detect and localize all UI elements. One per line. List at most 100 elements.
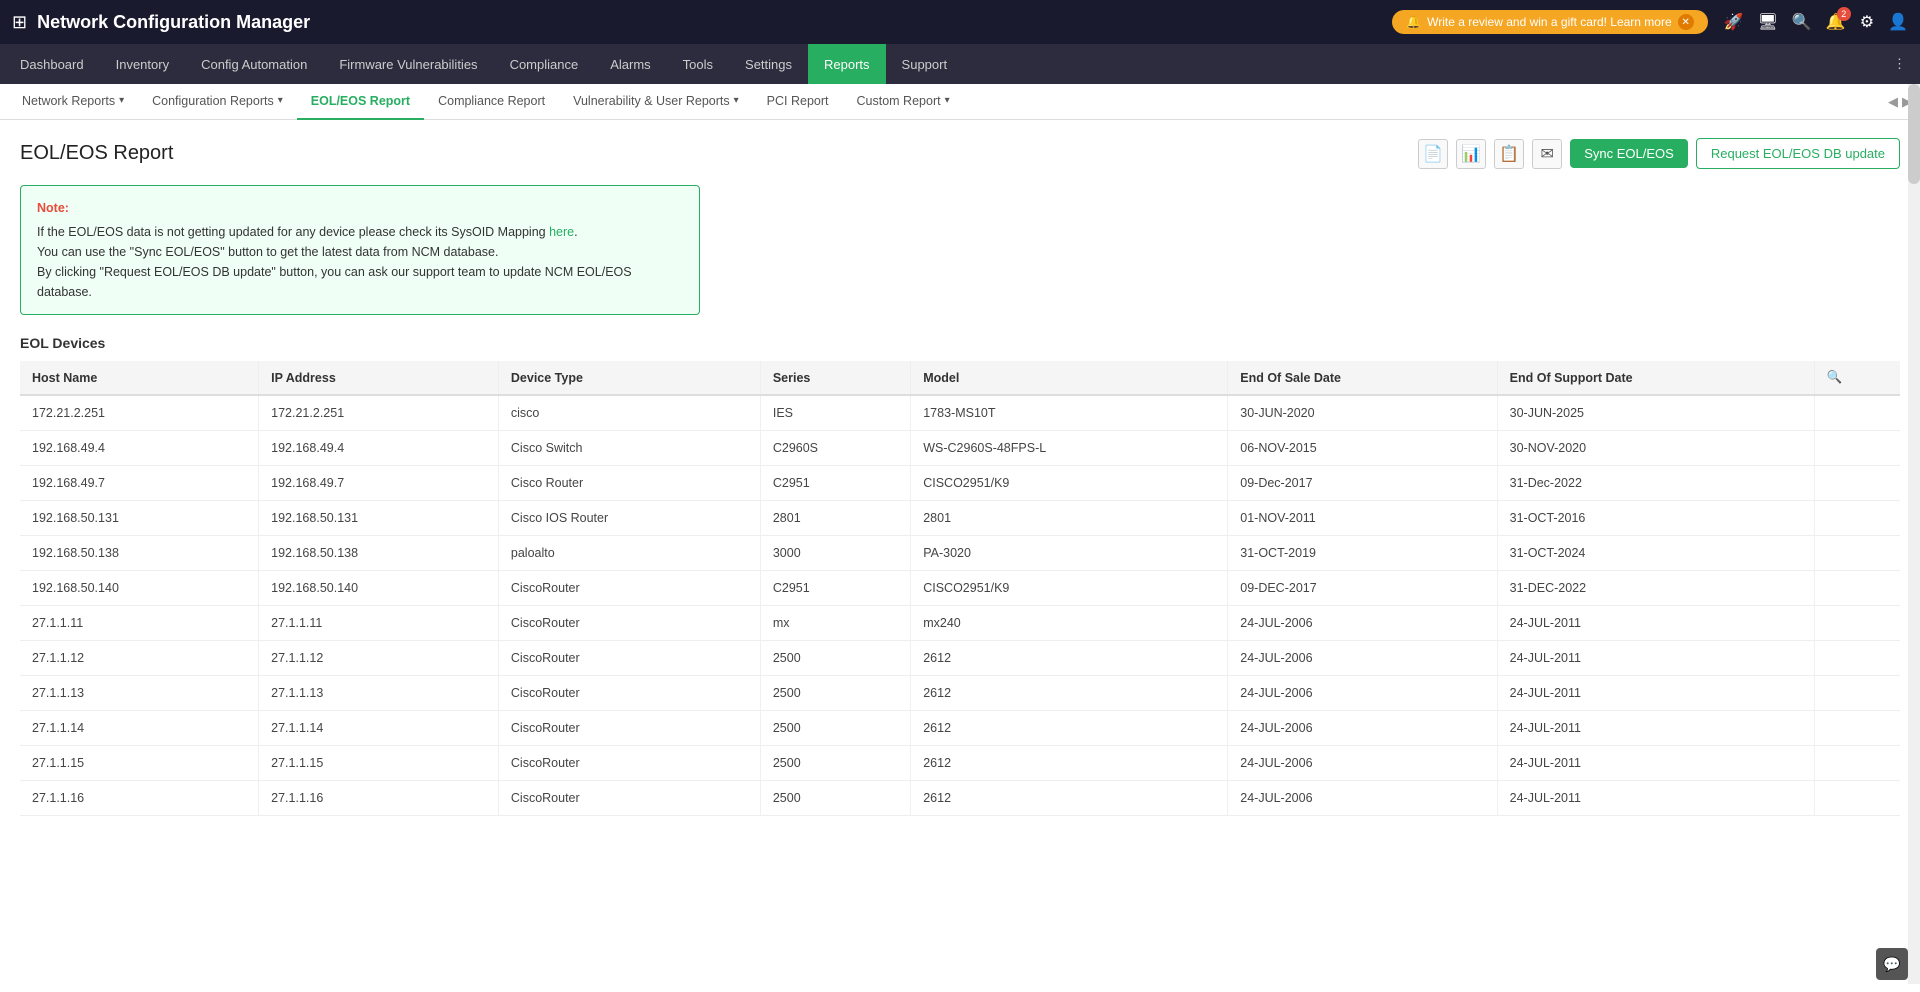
settings-icon[interactable]: ⚙	[1860, 12, 1874, 32]
nav-item-tools[interactable]: Tools	[667, 44, 729, 84]
note-line-2: You can use the "Sync EOL/EOS" button to…	[37, 242, 683, 262]
subnav-eol-eos-report[interactable]: EOL/EOS Report	[297, 84, 424, 120]
nav-item-config-automation[interactable]: Config Automation	[185, 44, 323, 84]
email-button[interactable]: ✉	[1532, 139, 1562, 169]
col-ip: IP Address	[259, 361, 499, 395]
table-row[interactable]: 192.168.50.131 192.168.50.131 Cisco IOS …	[20, 501, 1900, 536]
table-row[interactable]: 27.1.1.13 27.1.1.13 CiscoRouter 2500 261…	[20, 676, 1900, 711]
table-row[interactable]: 172.21.2.251 172.21.2.251 cisco IES 1783…	[20, 395, 1900, 431]
nav-item-firmware-vulnerabilities[interactable]: Firmware Vulnerabilities	[323, 44, 493, 84]
subnav-prev-arrow[interactable]: ◀	[1888, 94, 1898, 110]
cell-model: WS-C2960S-48FPS-L	[911, 431, 1228, 466]
nav-item-dashboard[interactable]: Dashboard	[4, 44, 100, 84]
rocket-icon[interactable]: 🚀	[1724, 12, 1744, 32]
nav-item-compliance[interactable]: Compliance	[494, 44, 595, 84]
cell-end-support: 24-JUL-2011	[1497, 676, 1814, 711]
subnav-vulnerability-user-reports-label: Vulnerability & User Reports	[573, 94, 730, 108]
cell-series: 2500	[760, 676, 910, 711]
table-row[interactable]: 192.168.49.7 192.168.49.7 Cisco Router C…	[20, 466, 1900, 501]
page-title: EOL/EOS Report	[20, 142, 173, 165]
cell-end-support: 24-JUL-2011	[1497, 641, 1814, 676]
cell-ip: 27.1.1.14	[259, 711, 499, 746]
cell-ip: 192.168.50.140	[259, 571, 499, 606]
cell-model: 2612	[911, 781, 1228, 816]
app-grid-icon[interactable]: ⊞	[12, 12, 27, 33]
cell-end-support: 30-JUN-2025	[1497, 395, 1814, 431]
cell-action	[1814, 641, 1900, 676]
cell-ip: 27.1.1.16	[259, 781, 499, 816]
export-csv-button[interactable]: 📋	[1494, 139, 1524, 169]
monitor-icon[interactable]: 🖥	[1758, 12, 1778, 32]
promo-bell-icon: 🔔	[1406, 15, 1421, 29]
cell-device-type: CiscoRouter	[498, 711, 760, 746]
table-row[interactable]: 192.168.49.4 192.168.49.4 Cisco Switch C…	[20, 431, 1900, 466]
nav-item-reports[interactable]: Reports	[808, 44, 886, 84]
cell-ip: 192.168.49.7	[259, 466, 499, 501]
cell-device-type: paloalto	[498, 536, 760, 571]
cell-end-support: 31-OCT-2024	[1497, 536, 1814, 571]
note-label: Note:	[37, 198, 683, 218]
subnav-pci-report[interactable]: PCI Report	[753, 84, 843, 120]
cell-end-sale: 01-NOV-2011	[1228, 501, 1497, 536]
note-line-1: If the EOL/EOS data is not getting updat…	[37, 222, 683, 242]
cell-series: IES	[760, 395, 910, 431]
scrollbar-thumb[interactable]	[1908, 84, 1920, 184]
subnav-custom-report[interactable]: Custom Report ▾	[843, 84, 964, 120]
app-title: Network Configuration Manager	[37, 12, 1392, 33]
col-search[interactable]: 🔍	[1814, 361, 1900, 395]
cell-action	[1814, 501, 1900, 536]
table-row[interactable]: 27.1.1.14 27.1.1.14 CiscoRouter 2500 261…	[20, 711, 1900, 746]
cell-end-sale: 24-JUL-2006	[1228, 641, 1497, 676]
nav-more-icon[interactable]: ⋮	[1883, 56, 1916, 72]
table-row[interactable]: 27.1.1.16 27.1.1.16 CiscoRouter 2500 261…	[20, 781, 1900, 816]
cell-hostname: 27.1.1.15	[20, 746, 259, 781]
promo-close-icon[interactable]: ✕	[1678, 14, 1694, 30]
subnav-pci-report-label: PCI Report	[767, 94, 829, 108]
notifications-icon[interactable]: 🔔 2	[1826, 12, 1846, 32]
search-icon[interactable]: 🔍	[1792, 12, 1812, 32]
cell-hostname: 27.1.1.16	[20, 781, 259, 816]
nav-item-support[interactable]: Support	[886, 44, 964, 84]
export-pdf-button[interactable]: 📄	[1418, 139, 1448, 169]
cell-end-sale: 09-Dec-2017	[1228, 466, 1497, 501]
table-row[interactable]: 27.1.1.11 27.1.1.11 CiscoRouter mx mx240…	[20, 606, 1900, 641]
subnav-network-reports[interactable]: Network Reports ▾	[8, 84, 138, 120]
scrollbar[interactable]	[1908, 84, 1920, 984]
subnav-compliance-report[interactable]: Compliance Report	[424, 84, 559, 120]
col-hostname: Host Name	[20, 361, 259, 395]
subnav-compliance-report-label: Compliance Report	[438, 94, 545, 108]
promo-banner[interactable]: 🔔 Write a review and win a gift card! Le…	[1392, 10, 1708, 34]
subnav-network-reports-chevron: ▾	[119, 95, 124, 106]
cell-end-sale: 06-NOV-2015	[1228, 431, 1497, 466]
table-row[interactable]: 192.168.50.140 192.168.50.140 CiscoRoute…	[20, 571, 1900, 606]
sub-nav: Network Reports ▾ Configuration Reports …	[0, 84, 1920, 120]
cell-end-sale: 24-JUL-2006	[1228, 676, 1497, 711]
cell-end-sale: 24-JUL-2006	[1228, 781, 1497, 816]
cell-model: PA-3020	[911, 536, 1228, 571]
table-row[interactable]: 27.1.1.15 27.1.1.15 CiscoRouter 2500 261…	[20, 746, 1900, 781]
note-box: Note: If the EOL/EOS data is not getting…	[20, 185, 700, 315]
promo-text: Write a review and win a gift card! Lear…	[1427, 15, 1672, 29]
note-link[interactable]: here	[549, 225, 574, 239]
cell-model: 2612	[911, 676, 1228, 711]
cell-series: 2801	[760, 501, 910, 536]
nav-item-alarms[interactable]: Alarms	[594, 44, 666, 84]
user-avatar[interactable]: 👤	[1888, 12, 1908, 32]
help-button[interactable]: 💬	[1876, 948, 1908, 980]
export-xlsx-button[interactable]: 📊	[1456, 139, 1486, 169]
table-row[interactable]: 192.168.50.138 192.168.50.138 paloalto 3…	[20, 536, 1900, 571]
cell-hostname: 27.1.1.12	[20, 641, 259, 676]
request-eol-eos-db-update-button[interactable]: Request EOL/EOS DB update	[1696, 138, 1900, 169]
subnav-configuration-reports[interactable]: Configuration Reports ▾	[138, 84, 297, 120]
cell-hostname: 27.1.1.13	[20, 676, 259, 711]
nav-item-settings[interactable]: Settings	[729, 44, 808, 84]
table-row[interactable]: 27.1.1.12 27.1.1.12 CiscoRouter 2500 261…	[20, 641, 1900, 676]
sync-eol-eos-button[interactable]: Sync EOL/EOS	[1570, 139, 1688, 168]
notifications-badge: 2	[1837, 7, 1851, 21]
subnav-vulnerability-user-reports[interactable]: Vulnerability & User Reports ▾	[559, 84, 753, 120]
cell-action	[1814, 395, 1900, 431]
cell-model: 2612	[911, 746, 1228, 781]
nav-item-inventory[interactable]: Inventory	[100, 44, 185, 84]
cell-end-sale: 31-OCT-2019	[1228, 536, 1497, 571]
col-series: Series	[760, 361, 910, 395]
